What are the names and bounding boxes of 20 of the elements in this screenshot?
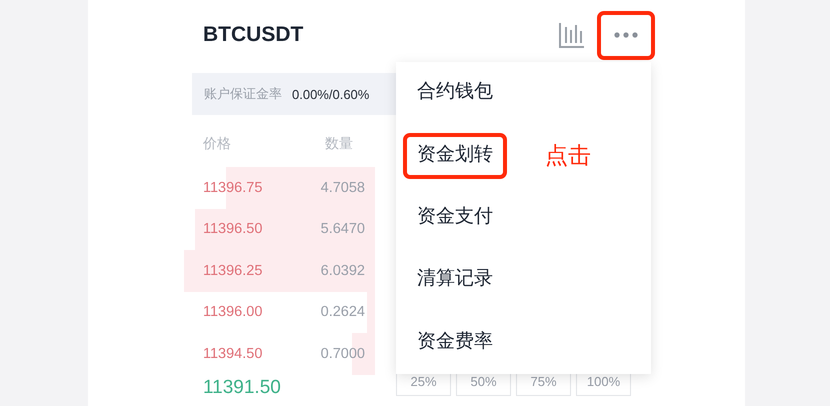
ask-amount: 0.7000 (320, 346, 365, 362)
ask-amount: 4.7058 (320, 180, 365, 196)
menu-item[interactable]: 资金划转 (403, 132, 507, 179)
annotation-text: 点击 (545, 142, 591, 172)
ask-price: 11396.75 (203, 180, 262, 196)
ask-amount: 0.2624 (320, 304, 365, 320)
ask-price: 11396.50 (203, 221, 262, 238)
ask-amount: 5.6470 (320, 221, 365, 238)
margin-ratio-label: 账户保证金率 (204, 86, 282, 103)
ask-price: 11394.50 (203, 346, 262, 362)
column-header: 价格 (203, 135, 231, 154)
ask-price: 11396.00 (203, 304, 262, 320)
margin-ratio-value: 0.00%/0.60% (292, 86, 370, 102)
ask-amount: 6.0392 (320, 262, 365, 279)
last-price: 11391.50 (202, 376, 282, 400)
more-icon (614, 32, 638, 38)
ask-price: 11396.25 (203, 262, 262, 279)
column-header: 数量 (325, 135, 353, 154)
more-button[interactable] (597, 10, 655, 60)
symbol-title: BTCUSDT (203, 23, 304, 47)
